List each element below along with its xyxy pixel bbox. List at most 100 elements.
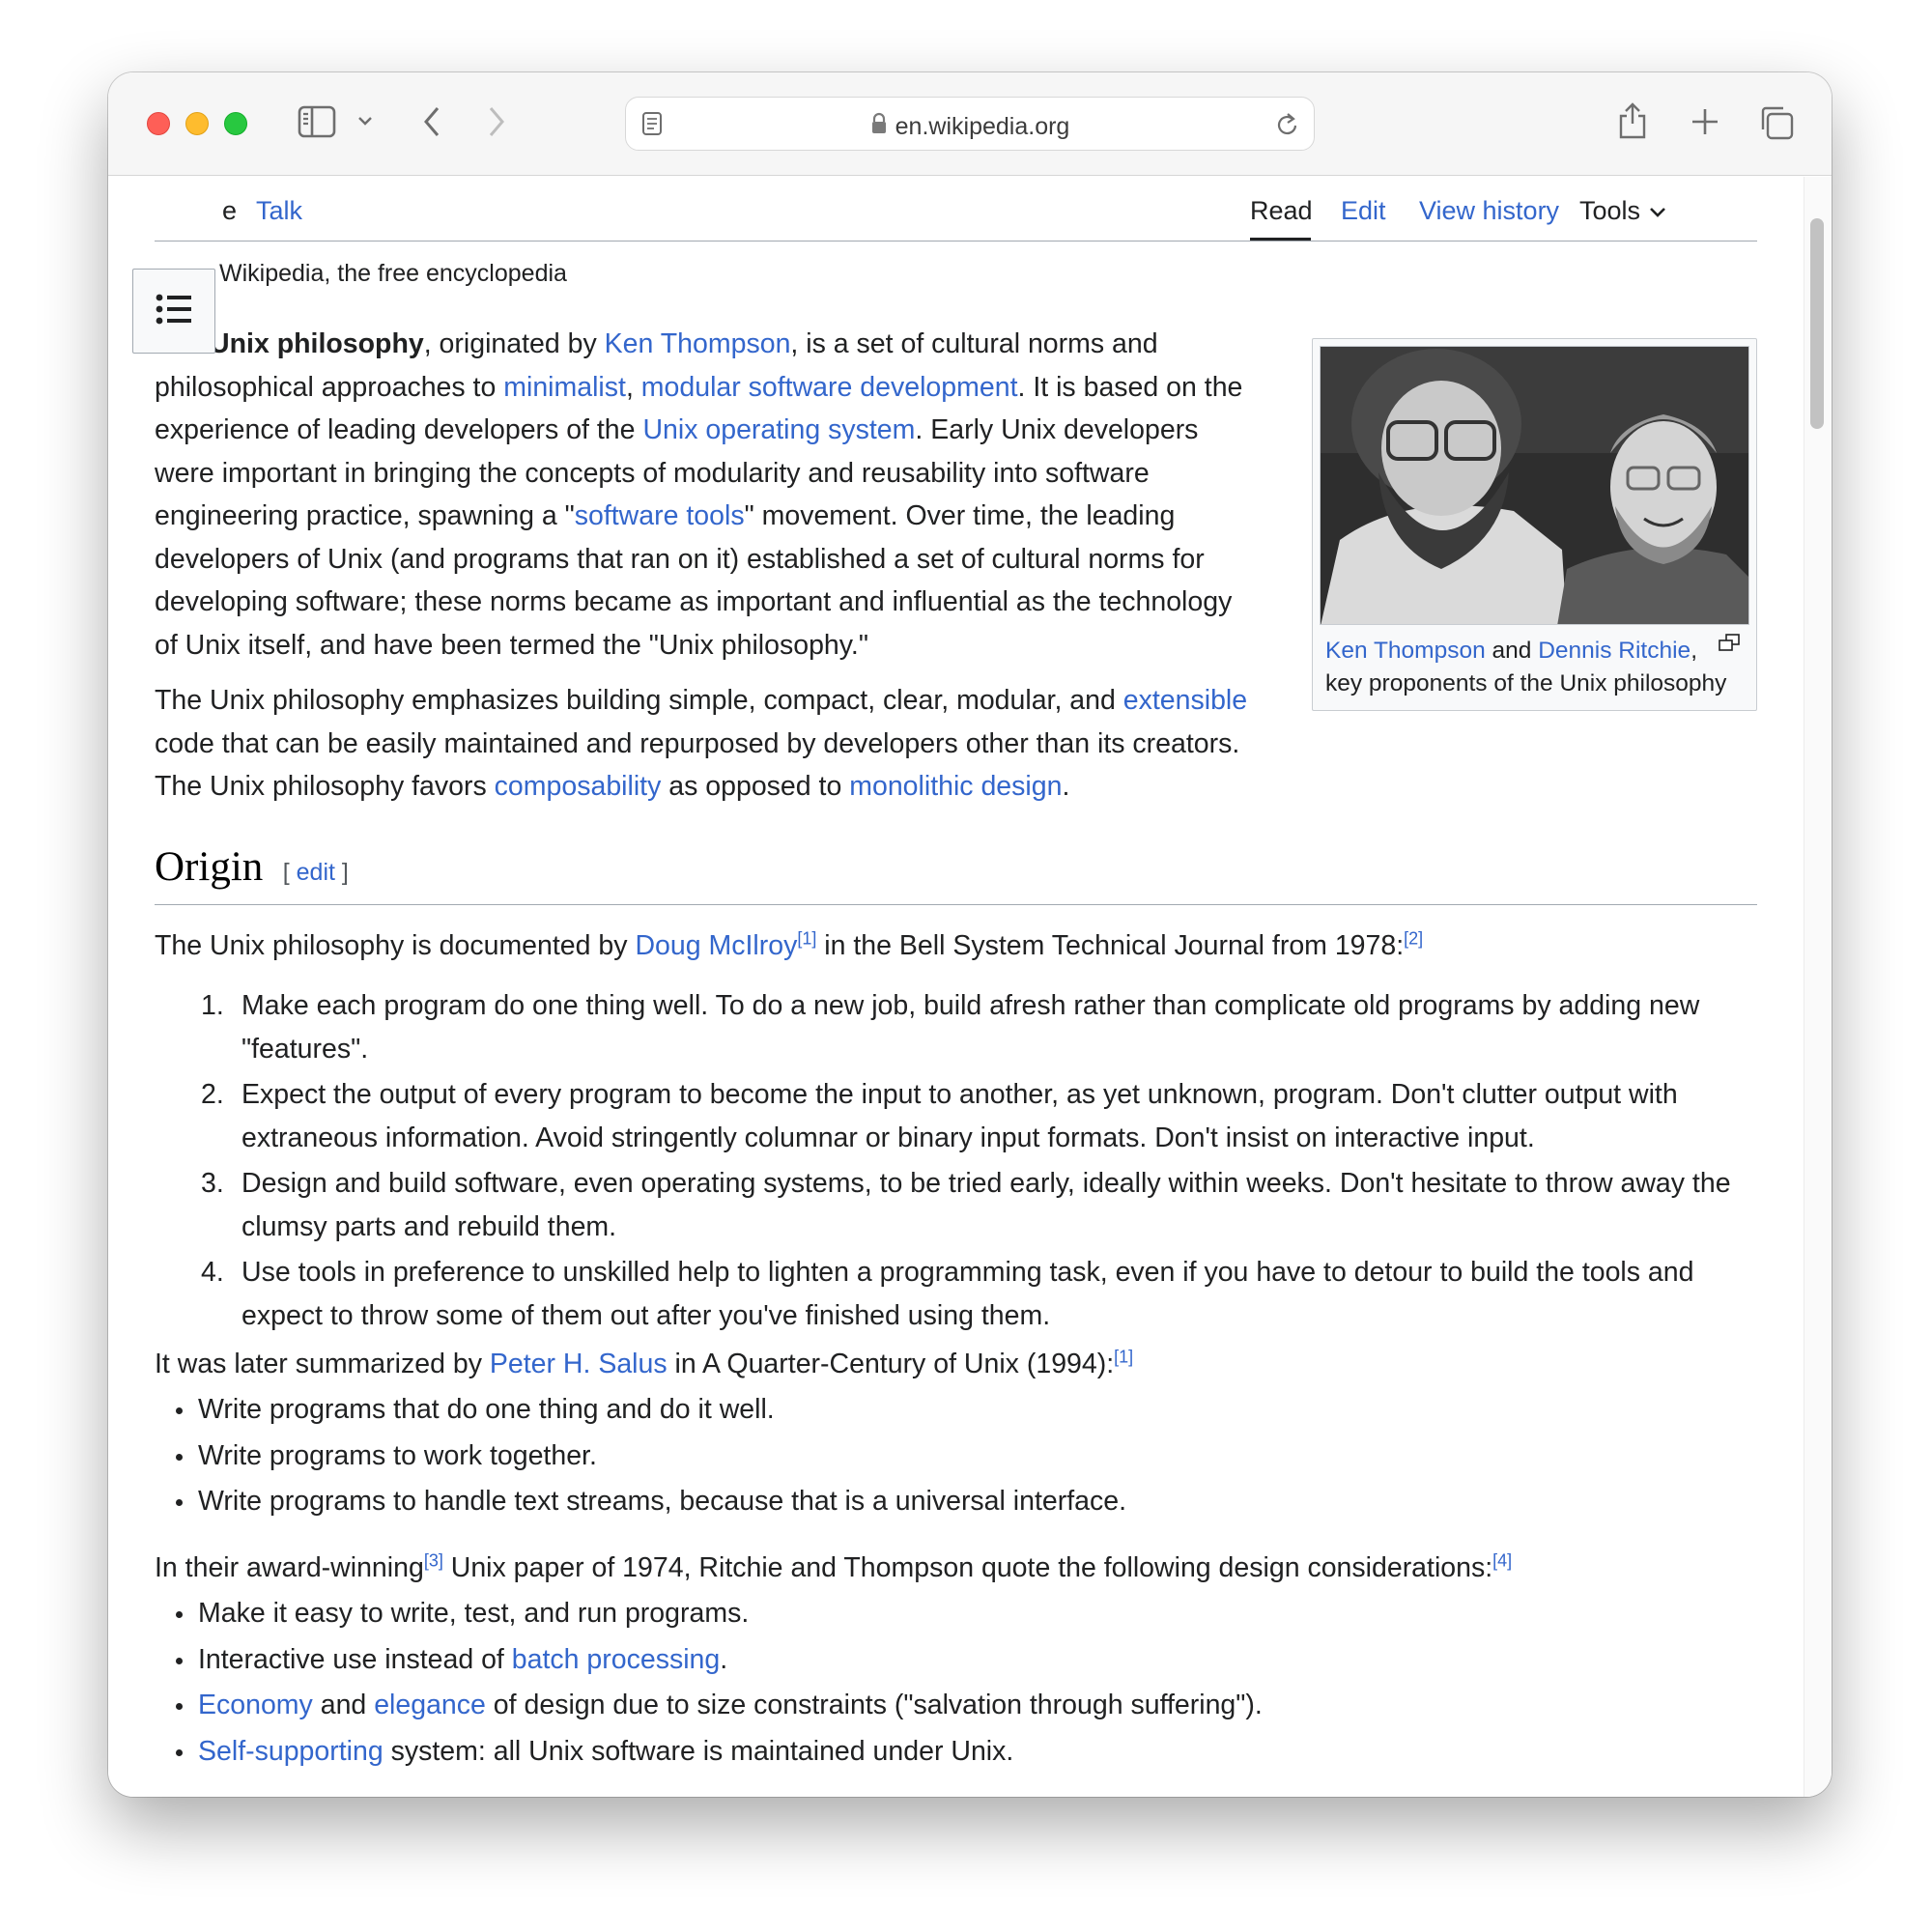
list-item-text: system: all Unix software is maintained …: [383, 1735, 1014, 1767]
design-considerations: Make it easy to write, test, and run pro…: [155, 1592, 1757, 1776]
table-of-contents-button[interactable]: [132, 269, 215, 354]
rule-number: 2.: [201, 1079, 224, 1110]
chevron-down-icon: [1648, 196, 1667, 226]
origin-text: The Unix philosophy is documented by: [155, 930, 636, 961]
list-item-text: Interactive use instead of: [198, 1643, 512, 1675]
link-ken-thompson[interactable]: Ken Thompson: [605, 328, 791, 359]
salus-intro: It was later summarized by Peter H. Salu…: [155, 1343, 1757, 1386]
numbered-rule: 4. Use tools in preference to unskilled h…: [155, 1251, 1757, 1337]
lead-text: The Unix philosophy emphasizes building …: [155, 685, 1123, 716]
rule-number: 4.: [201, 1257, 224, 1288]
link-modular-software-development[interactable]: modular software development: [641, 372, 1018, 403]
link-batch-processing[interactable]: batch processing: [512, 1644, 720, 1675]
rules-list: 1. Make each program do one thing well. T…: [155, 984, 1757, 1337]
tab-talk[interactable]: Talk: [256, 196, 302, 226]
link-unix-operating-system[interactable]: Unix operating system: [642, 414, 915, 445]
browser-window: en.wikipedia.org e Talk Read Edit View h…: [108, 72, 1832, 1797]
forward-arrow-icon[interactable]: [485, 104, 508, 139]
zoom-window-button[interactable]: [224, 112, 247, 135]
origin-intro: The Unix philosophy is documented by Dou…: [155, 924, 1757, 968]
edit-origin-link[interactable]: edit: [297, 859, 335, 886]
caption-link-ken-thompson[interactable]: Ken Thompson: [1325, 638, 1486, 664]
tab-article-partial[interactable]: e: [222, 196, 237, 226]
minimize-window-button[interactable]: [185, 112, 209, 135]
origin-text: in the Bell System Technical Journal fro…: [816, 930, 1405, 961]
list-item: Write programs to work together.: [155, 1435, 1757, 1478]
tools-dropdown[interactable]: Tools: [1579, 196, 1667, 226]
list-item-text: of design due to size constraints ("salv…: [485, 1690, 1263, 1720]
tools-label: Tools: [1579, 196, 1641, 225]
link-doug-mcilroy[interactable]: Doug McIlroy: [635, 930, 797, 961]
share-icon[interactable]: [1617, 99, 1648, 140]
rule-text: Use tools in preference to unskilled hel…: [242, 1257, 1694, 1331]
link-composability[interactable]: composability: [495, 771, 662, 802]
award-text: Unix paper of 1974, Ritchie and Thompson…: [442, 1552, 1493, 1583]
list-icon: [155, 293, 193, 330]
rule-number: 1.: [201, 990, 224, 1021]
tab-edit[interactable]: Edit: [1341, 196, 1386, 226]
image-caption: Ken Thompson and Dennis Ritchie, key pro…: [1325, 635, 1731, 700]
list-item-text: and: [312, 1690, 375, 1720]
salus-text: in A Quarter-Century of Unix (1994):: [667, 1349, 1115, 1379]
chevron-down-icon[interactable]: [357, 115, 373, 127]
mcilroy-rules: 1. Make each program do one thing well. T…: [155, 984, 1757, 1340]
reference-2[interactable]: [2]: [1404, 929, 1423, 949]
close-window-button[interactable]: [147, 112, 170, 135]
sidebar-toggle-icon[interactable]: [298, 105, 336, 138]
list-item-text: Make it easy to write, test, and run pro…: [198, 1598, 750, 1629]
list-item: Economy and elegance of design due to si…: [155, 1684, 1757, 1727]
edit-bracket: [: [282, 859, 297, 886]
lead-text: .: [1062, 771, 1070, 802]
link-monolithic-design[interactable]: monolithic design: [849, 771, 1062, 802]
tab-read[interactable]: Read: [1250, 196, 1313, 226]
rule-text: Make each program do one thing well. To …: [242, 990, 1700, 1065]
lead-paragraph-1: The Unix philosophy, originated by Ken T…: [155, 323, 1256, 667]
caption-text: and: [1485, 638, 1539, 664]
enlarge-icon[interactable]: [1718, 634, 1741, 656]
section-edit-link: [ edit ]: [283, 859, 349, 886]
salus-list: Write programs that do one thing and do …: [155, 1388, 1757, 1523]
link-economy[interactable]: Economy: [198, 1690, 313, 1720]
list-item: Write programs that do one thing and do …: [155, 1388, 1757, 1432]
rule-text: Expect the output of every program to be…: [242, 1079, 1678, 1153]
scrollbar-thumb[interactable]: [1810, 218, 1824, 429]
web-page: e Talk Read Edit View history Tools Wiki…: [108, 177, 1832, 1797]
new-tab-icon[interactable]: [1690, 106, 1720, 137]
scrollbar[interactable]: [1804, 177, 1832, 1797]
list-item: Make it easy to write, test, and run pro…: [155, 1592, 1757, 1635]
back-arrow-icon[interactable]: [420, 104, 443, 139]
list-item: Self-supporting system: all Unix softwar…: [155, 1730, 1757, 1774]
url-text: en.wikipedia.org: [895, 113, 1070, 140]
thompson-ritchie-photo[interactable]: [1320, 346, 1749, 625]
link-software-tools[interactable]: software tools: [575, 500, 745, 531]
list-item-text: .: [720, 1643, 728, 1675]
list-item: Interactive use instead of batch process…: [155, 1638, 1757, 1682]
lead-text: , originated by: [423, 328, 605, 359]
link-peter-h-salus[interactable]: Peter H. Salus: [490, 1349, 668, 1379]
reference-3[interactable]: [3]: [424, 1551, 443, 1571]
link-extensible[interactable]: extensible: [1123, 685, 1247, 716]
link-elegance[interactable]: elegance: [374, 1690, 486, 1720]
article-subject: Unix philosophy: [210, 328, 424, 359]
reference-1[interactable]: [1]: [1114, 1348, 1133, 1367]
link-minimalist[interactable]: minimalist: [503, 372, 626, 403]
reference-1[interactable]: [1]: [797, 929, 816, 949]
lead-text: as opposed to: [661, 771, 850, 802]
tab-overview-icon[interactable]: [1758, 104, 1795, 141]
design-list: Make it easy to write, test, and run pro…: [155, 1592, 1757, 1773]
award-text: In their award-winning: [155, 1552, 424, 1583]
edit-bracket: ]: [334, 859, 349, 886]
reference-4[interactable]: [4]: [1492, 1551, 1512, 1571]
numbered-rule: 3. Design and build software, even operat…: [155, 1162, 1757, 1248]
rule-text: Design and build software, even operatin…: [242, 1168, 1731, 1242]
reload-icon[interactable]: [1275, 111, 1300, 138]
tab-view-history[interactable]: View history: [1419, 196, 1559, 226]
lead-section: The Unix philosophy, originated by Ken T…: [155, 323, 1256, 809]
address-bar[interactable]: en.wikipedia.org: [625, 97, 1315, 151]
lead-paragraph-2: The Unix philosophy emphasizes building …: [155, 679, 1256, 809]
link-self-supporting[interactable]: Self-supporting: [198, 1736, 384, 1767]
numbered-rule: 2. Expect the output of every program to …: [155, 1073, 1757, 1159]
tagline: Wikipedia, the free encyclopedia: [219, 260, 567, 287]
caption-link-dennis-ritchie[interactable]: Dennis Ritchie: [1538, 638, 1690, 664]
rule-number: 3.: [201, 1168, 224, 1199]
